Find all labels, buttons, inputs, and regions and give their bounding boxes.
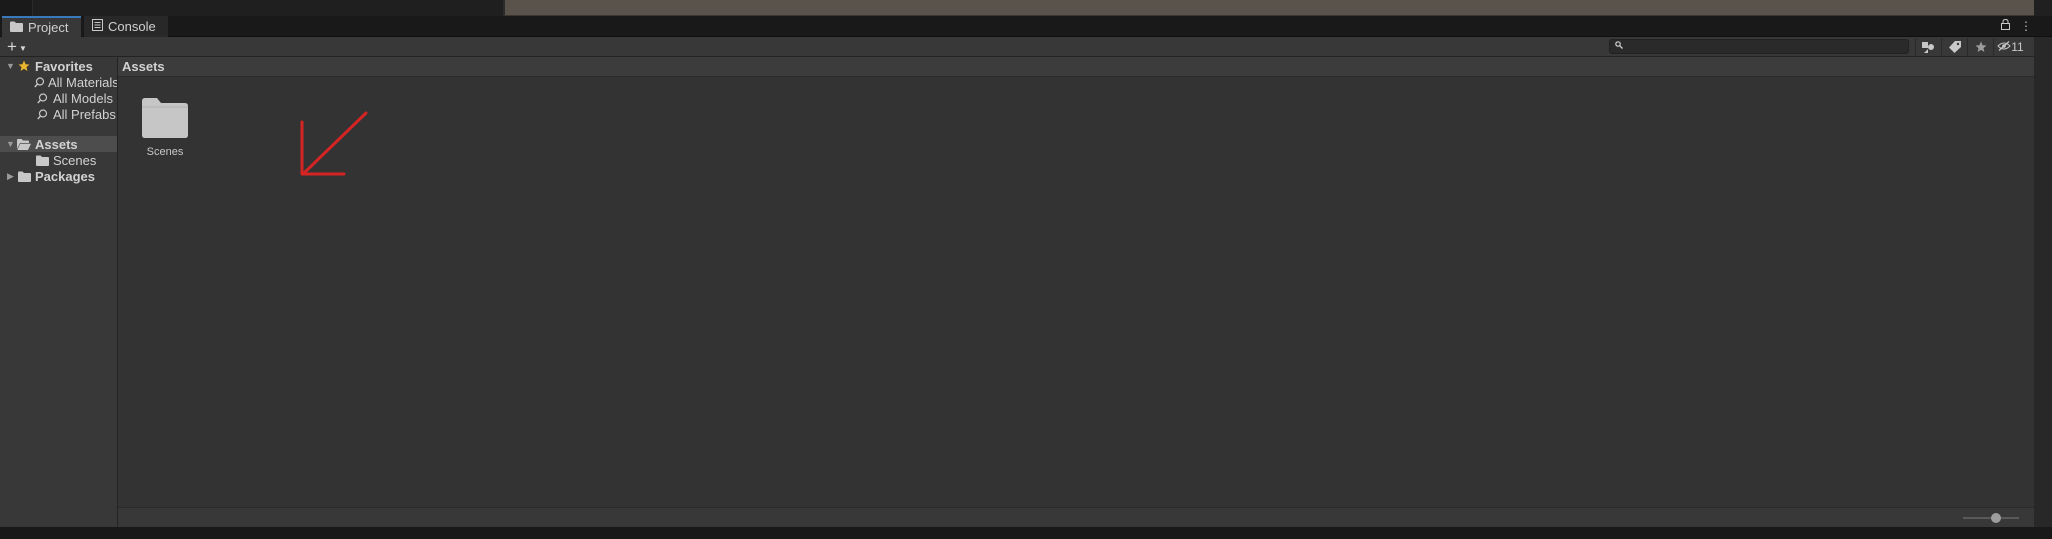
search-icon	[34, 76, 45, 88]
tree-item-scenes[interactable]: Scenes	[0, 152, 117, 168]
tree-item-all-materials[interactable]: All Materials	[0, 74, 117, 90]
filter-icons: 11	[1915, 38, 2027, 56]
breadcrumb: Assets	[118, 57, 2034, 77]
asset-label: Scenes	[146, 146, 184, 158]
tab-console-label: Console	[108, 19, 156, 34]
breadcrumb-item[interactable]: Assets	[122, 59, 165, 74]
folder-icon	[16, 171, 32, 182]
expanded-arrow-icon[interactable]: ▼	[5, 61, 16, 71]
tab-project[interactable]: Project	[2, 16, 81, 37]
tree-item-all-prefabs[interactable]: All Prefabs	[0, 106, 117, 122]
tree-item-all-models[interactable]: All Models	[0, 90, 117, 106]
tree-item-label: All Materials	[48, 74, 117, 90]
plus-icon: +	[7, 37, 17, 56]
tree-item-label: Packages	[35, 168, 95, 184]
lock-icon[interactable]	[2001, 18, 2010, 33]
tree-item-label: Assets	[35, 136, 78, 152]
folder-open-icon	[16, 138, 32, 150]
tree-item-label: All Prefabs	[53, 106, 116, 122]
eye-slash-icon	[1997, 40, 2011, 54]
project-tree: ▼ Favorites All Materials All Models All…	[0, 57, 118, 527]
kebab-menu-icon[interactable]: ⋮	[2020, 19, 2032, 33]
asset-item-scenes[interactable]: Scenes	[135, 97, 195, 158]
tree-item-favorites[interactable]: ▼ Favorites	[0, 58, 117, 74]
scene-mid-edge	[33, 0, 503, 16]
folder-icon	[34, 155, 50, 166]
status-bar	[118, 507, 2034, 527]
search-by-type-icon[interactable]	[1915, 38, 1941, 56]
favorite-star-icon[interactable]	[1967, 38, 1993, 56]
star-icon	[16, 60, 32, 72]
expanded-arrow-icon[interactable]: ▼	[5, 139, 16, 149]
console-icon	[92, 19, 103, 34]
create-button[interactable]: + ▼	[7, 37, 35, 56]
hidden-count: 11	[2011, 40, 2024, 54]
collapsed-arrow-icon[interactable]: ▶	[5, 171, 16, 182]
caret-down-icon: ▼	[18, 43, 27, 53]
search-input[interactable]	[1609, 39, 1909, 54]
annotation-arrow-icon	[298, 111, 368, 180]
tab-console[interactable]: Console	[84, 16, 168, 37]
search-icon	[34, 92, 50, 104]
search-icon	[34, 108, 50, 120]
icon-size-slider[interactable]	[1963, 513, 2019, 523]
scene-left-edge	[0, 0, 33, 16]
folder-icon	[10, 20, 23, 35]
hidden-packages-toggle[interactable]: 11	[1993, 38, 2027, 56]
scene-view-edge	[0, 0, 2052, 16]
tree-item-label: Favorites	[35, 58, 93, 74]
folder-icon	[140, 98, 190, 142]
tree-item-assets[interactable]: ▼ Assets	[0, 136, 117, 152]
tab-bar: Project Console ⋮	[0, 16, 2052, 37]
search-by-label-icon[interactable]	[1941, 38, 1967, 56]
tree-item-label: Scenes	[53, 152, 97, 168]
panel-right-edge	[2034, 37, 2052, 527]
asset-grid[interactable]: Assets Scenes	[118, 57, 2034, 507]
tree-item-packages[interactable]: ▶ Packages	[0, 168, 117, 184]
search-icon	[1615, 41, 1623, 51]
tree-item-label: All Models	[53, 90, 113, 106]
tab-window-controls: ⋮	[2001, 18, 2032, 33]
slider-handle[interactable]	[1991, 513, 2001, 523]
bottom-edge	[0, 527, 2052, 539]
project-toolbar: + ▼ 11	[0, 37, 2034, 57]
tab-project-label: Project	[28, 20, 69, 35]
scene-viewport[interactable]	[503, 0, 2034, 16]
